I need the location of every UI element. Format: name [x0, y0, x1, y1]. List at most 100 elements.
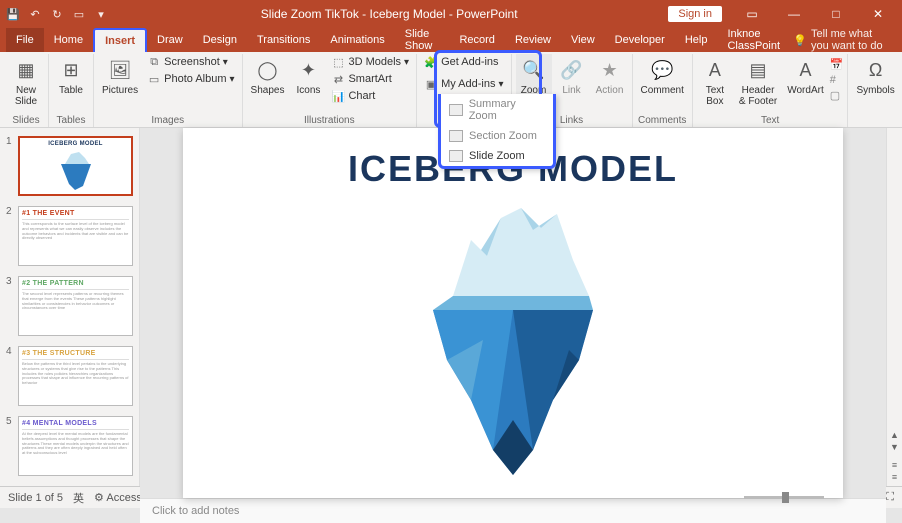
new-slide-button[interactable]: ▦ New Slide [8, 54, 44, 109]
ribbon-tabs: File Home Insert Draw Design Transitions… [0, 28, 902, 52]
header-footer-button[interactable]: ▤Header & Footer [735, 54, 781, 109]
screenshot-icon: ⧉ [147, 55, 161, 69]
slide-canvas-area: ICEBERG MODEL [140, 128, 886, 486]
slide-editor[interactable]: ICEBERG MODEL [140, 128, 886, 498]
slide-thumbnail-5[interactable]: #4 MENTAL MODELS At the deepest level th… [18, 416, 133, 476]
iceberg-image [393, 200, 633, 480]
chart-button[interactable]: 📊Chart [328, 88, 412, 104]
table-button[interactable]: ⊞ Table [53, 54, 89, 98]
maximize-icon[interactable]: □ [816, 0, 856, 28]
tab-slideshow[interactable]: Slide Show [395, 28, 450, 52]
qat-dropdown-icon[interactable]: ▾ [92, 5, 110, 23]
zoom-dropdown: Summary Zoom Section Zoom Slide Zoom [438, 94, 556, 169]
scroll-up-icon[interactable]: ▲ [890, 430, 899, 440]
title-bar: 💾 ↶ ↻ ▭ ▾ Slide Zoom TikTok - Iceberg Mo… [0, 0, 902, 28]
autosave-icon[interactable]: 💾 [4, 5, 22, 23]
addin-icon: ▣ [424, 77, 438, 91]
table-icon: ⊞ [57, 56, 85, 84]
album-icon: ▭ [147, 72, 161, 86]
link-button[interactable]: 🔗Link [554, 54, 590, 98]
tab-animations[interactable]: Animations [320, 28, 394, 52]
textbox-icon: A [701, 56, 729, 84]
tab-insert[interactable]: Insert [93, 28, 147, 52]
section-zoom-icon [449, 130, 463, 142]
vertical-scrollbar[interactable]: ▲ ▼ ≡ ≡ [886, 128, 902, 486]
work-area: 1 ICEBERG MODEL 2 #1 THE EVENT This corr… [0, 128, 902, 486]
notes-pane[interactable]: Click to add notes [140, 498, 886, 523]
group-illustrations: ◯Shapes ✦Icons ⬚3D Models ▾ ⇄SmartArt 📊C… [243, 54, 418, 127]
window-title: Slide Zoom TikTok - Iceberg Model - Powe… [110, 7, 668, 21]
summary-zoom-icon [449, 104, 463, 116]
zoom-slider[interactable] [744, 496, 824, 499]
object-icon[interactable]: ▢ [830, 89, 844, 102]
undo-icon[interactable]: ↶ [26, 5, 44, 23]
header-footer-icon: ▤ [744, 56, 772, 84]
link-icon: 🔗 [558, 56, 586, 84]
section-zoom-item[interactable]: Section Zoom [441, 126, 553, 146]
wordart-icon: A [791, 56, 819, 84]
scroll-down-icon[interactable]: ▼ [890, 442, 899, 452]
shapes-icon: ◯ [253, 56, 281, 84]
symbols-button[interactable]: ΩSymbols [852, 54, 898, 98]
group-tables: ⊞ Table Tables [49, 54, 94, 127]
group-slides: ▦ New Slide Slides [4, 54, 49, 127]
tab-classpoint[interactable]: Inknoe ClassPoint [717, 28, 793, 52]
tab-transitions[interactable]: Transitions [247, 28, 320, 52]
group-symbols: ΩSymbols [848, 54, 902, 127]
smartart-button[interactable]: ⇄SmartArt [328, 71, 412, 87]
omega-icon: Ω [862, 56, 890, 84]
comment-button[interactable]: 💬Comment [637, 54, 688, 98]
sign-in-button[interactable]: Sign in [668, 6, 722, 22]
slide-thumbnails-panel: 1 ICEBERG MODEL 2 #1 THE EVENT This corr… [0, 128, 140, 486]
prev-slide-icon[interactable]: ≡ [892, 460, 897, 470]
shapes-button[interactable]: ◯Shapes [247, 54, 289, 98]
textbox-button[interactable]: AText Box [697, 54, 733, 109]
pictures-icon: 🖼 [106, 56, 134, 84]
tab-review[interactable]: Review [505, 28, 561, 52]
date-time-icon[interactable]: 📅 [830, 58, 844, 71]
pictures-button[interactable]: 🖼 Pictures [98, 54, 142, 98]
language-icon[interactable]: 英 [73, 490, 84, 506]
screenshot-button[interactable]: ⧉Screenshot ▾ [144, 54, 237, 70]
my-addins-button[interactable]: ▣My Add-ins ▾ [421, 76, 506, 92]
tab-file[interactable]: File [6, 28, 44, 52]
photo-album-button[interactable]: ▭Photo Album ▾ [144, 71, 237, 87]
slide-counter: Slide 1 of 5 [8, 492, 63, 504]
group-text: AText Box ▤Header & Footer AWordArt 📅 # … [693, 54, 849, 127]
slide-zoom-item[interactable]: Slide Zoom [441, 146, 553, 166]
3d-models-button[interactable]: ⬚3D Models ▾ [328, 54, 412, 70]
minimize-icon[interactable]: — [774, 0, 814, 28]
iceberg-mini-icon [23, 148, 128, 191]
get-addins-button[interactable]: 🧩Get Add-ins [421, 54, 506, 70]
tab-design[interactable]: Design [193, 28, 247, 52]
tab-help[interactable]: Help [675, 28, 718, 52]
tab-home[interactable]: Home [44, 28, 93, 52]
wordart-button[interactable]: AWordArt [783, 54, 828, 98]
slide-thumbnail-3[interactable]: #2 THE PATTERN The second level represen… [18, 276, 133, 336]
tab-developer[interactable]: Developer [605, 28, 675, 52]
tell-me-label: Tell me what you want to do [811, 28, 890, 52]
chart-icon: 📊 [331, 89, 345, 103]
fit-window-icon[interactable]: ⛶ [886, 491, 894, 504]
close-icon[interactable]: ✕ [858, 0, 898, 28]
start-slideshow-icon[interactable]: ▭ [70, 5, 88, 23]
summary-zoom-item[interactable]: Summary Zoom [441, 94, 553, 126]
slide-zoom-icon [449, 150, 463, 162]
action-button[interactable]: ★Action [592, 54, 628, 98]
slide-thumbnail-2[interactable]: #1 THE EVENT This corresponds to the sur… [18, 206, 133, 266]
tab-record[interactable]: Record [449, 28, 504, 52]
action-icon: ★ [596, 56, 624, 84]
cube-icon: ⬚ [331, 55, 345, 69]
tab-view[interactable]: View [561, 28, 605, 52]
thumb-number: 1 [6, 136, 14, 196]
quick-access-toolbar: 💾 ↶ ↻ ▭ ▾ [4, 5, 110, 23]
ribbon-options-icon[interactable]: ▭ [732, 0, 772, 28]
icons-button[interactable]: ✦Icons [290, 54, 326, 98]
tab-draw[interactable]: Draw [147, 28, 193, 52]
slide-thumbnail-1[interactable]: ICEBERG MODEL [18, 136, 133, 196]
redo-icon[interactable]: ↻ [48, 5, 66, 23]
slide-thumbnail-4[interactable]: #3 THE STRUCTURE Below the patterns the … [18, 346, 133, 406]
slide-number-icon[interactable]: # [830, 74, 844, 86]
tell-me-search[interactable]: 💡 Tell me what you want to do [793, 28, 902, 52]
next-slide-icon[interactable]: ≡ [892, 472, 897, 482]
